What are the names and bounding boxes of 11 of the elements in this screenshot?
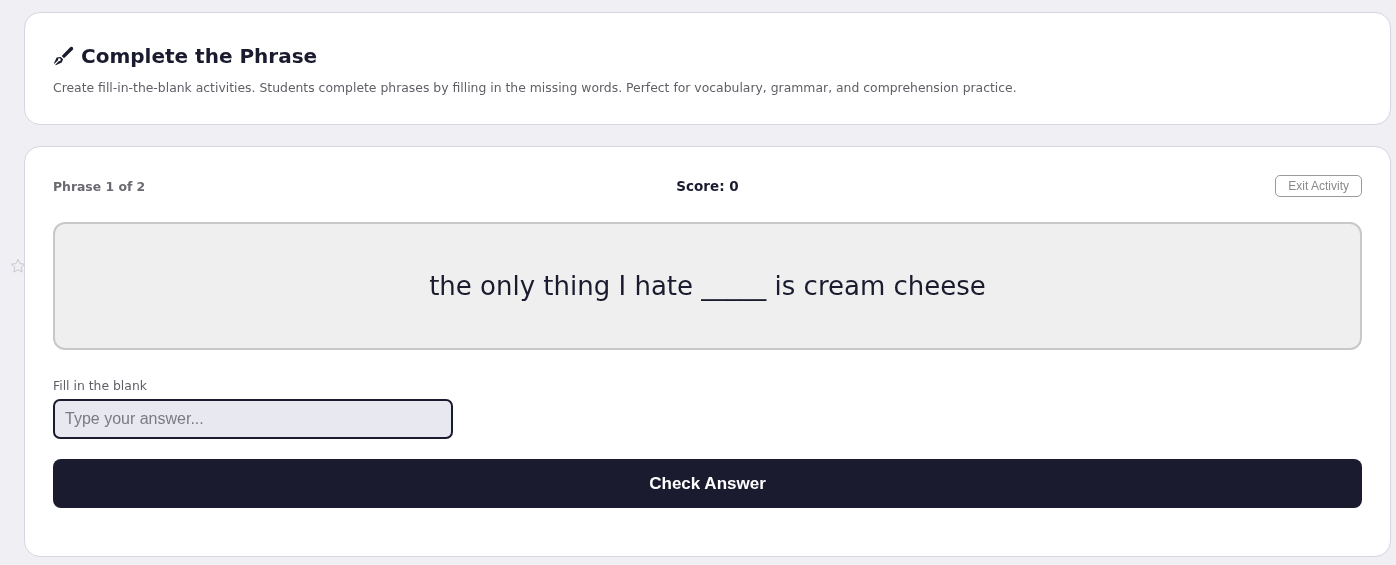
phrase-text: the only thing I hate _____ is cream cheese bbox=[429, 271, 986, 301]
exit-activity-button[interactable]: Exit Activity bbox=[1275, 175, 1362, 197]
pen-icon bbox=[53, 45, 75, 67]
score-text: Score: 0 bbox=[676, 178, 739, 194]
answer-field[interactable]: Type your answer... bbox=[53, 399, 453, 439]
check-answer-button[interactable]: Check Answer bbox=[53, 459, 1362, 508]
star-icon bbox=[10, 258, 26, 274]
page-title: Complete the Phrase bbox=[81, 44, 318, 68]
answer-label: Fill in the blank bbox=[53, 378, 148, 393]
phrase-counter: Phrase 1 of 2 bbox=[53, 178, 147, 194]
page-description: Create fill-in-the-blank activities. Students complete phrases by filling in the missing words. Perfect for vocabulary, grammar, and comprehension practice. bbox=[53, 80, 1018, 95]
